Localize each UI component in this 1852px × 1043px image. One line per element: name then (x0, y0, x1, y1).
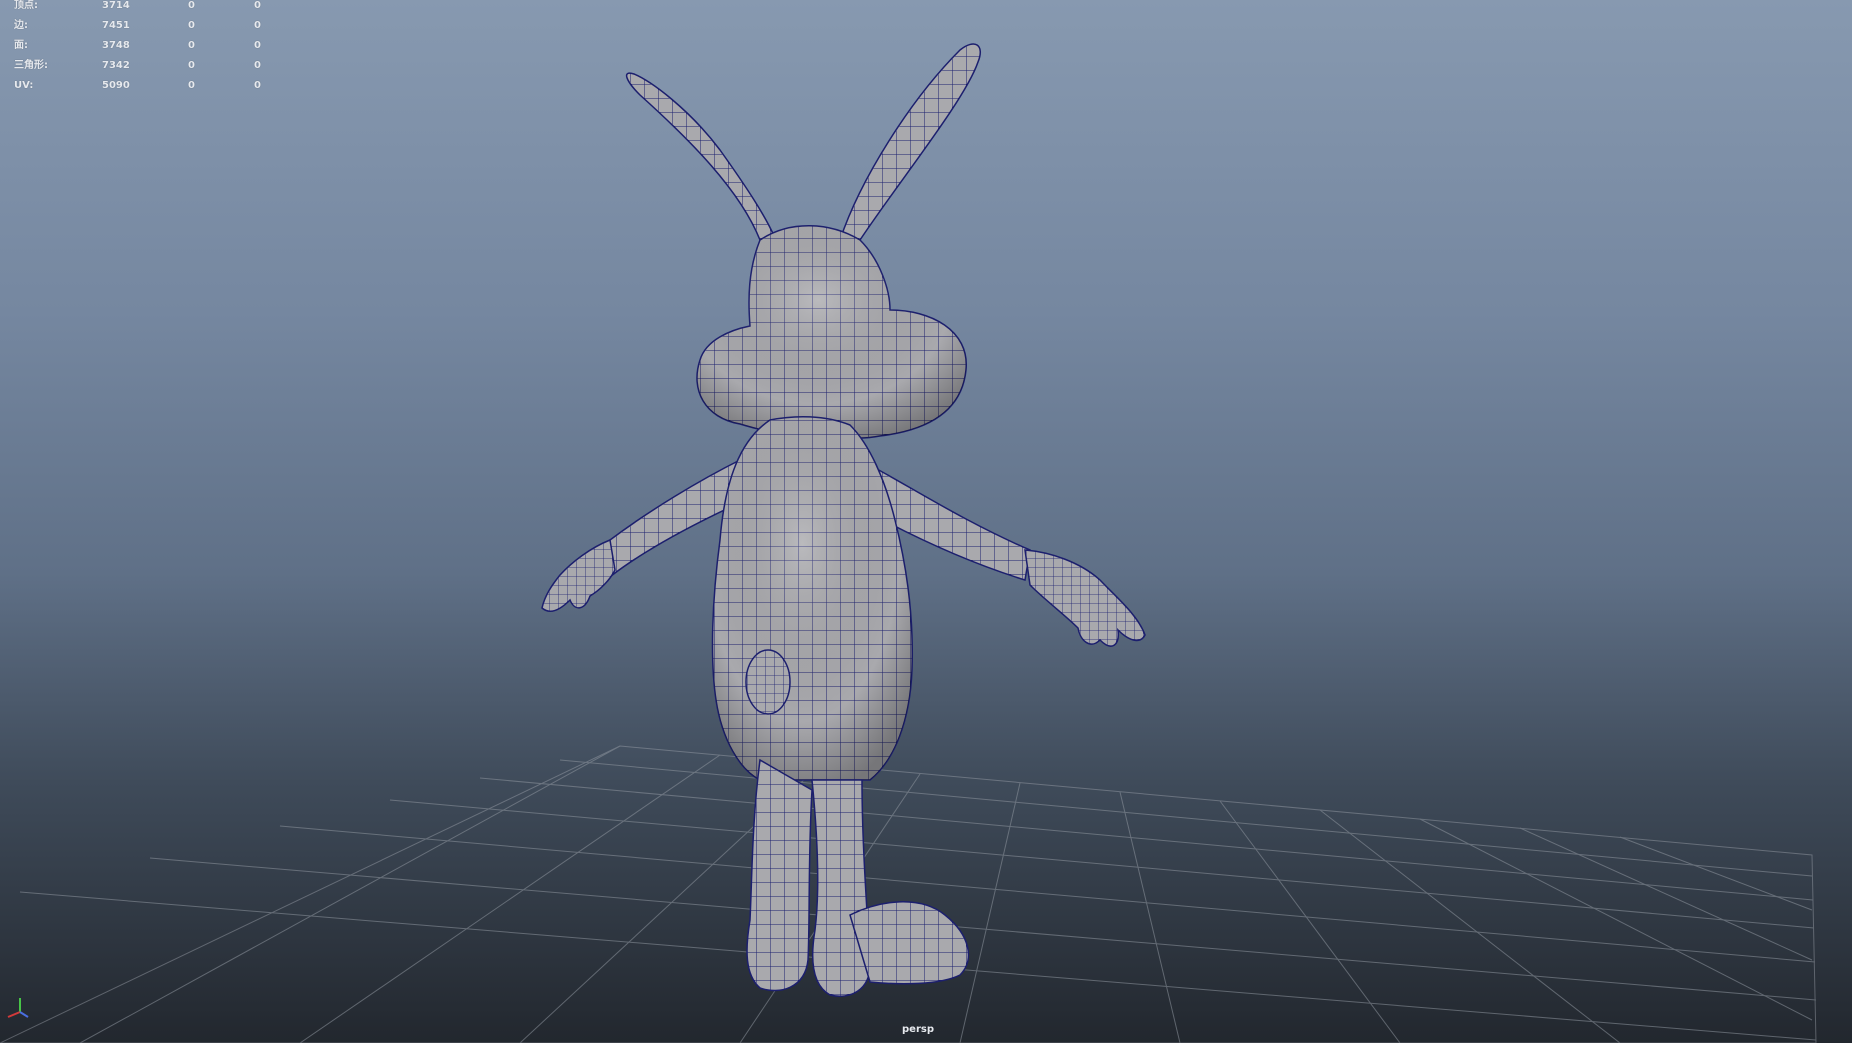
camera-name-label: persp (902, 1024, 934, 1035)
hud-stat-value: 3714 (102, 0, 130, 11)
hud-stat-selected: 0 (188, 60, 195, 71)
hud-stat-triangulated: 0 (254, 60, 261, 71)
hud-stat-triangulated: 0 (254, 0, 261, 11)
right-ear (838, 43, 981, 241)
hud-stat-label: 面: (14, 40, 28, 51)
rabbit-model[interactable] (541, 43, 1146, 997)
left-hand (541, 538, 616, 612)
right-foot (849, 901, 970, 985)
right-leg (811, 779, 871, 997)
left-ear (625, 72, 777, 241)
left-leg (746, 758, 813, 992)
hud-stat-value: 7451 (102, 20, 130, 31)
ground-grid (0, 745, 1817, 1043)
tail (745, 649, 791, 715)
hud-stat-value: 7342 (102, 60, 130, 71)
scene-canvas[interactable] (0, 0, 1852, 1043)
hud-stat-label: 顶点: (14, 0, 38, 11)
hud-stat-triangulated: 0 (254, 40, 261, 51)
right-hand (1024, 549, 1146, 647)
hud-stat-selected: 0 (188, 40, 195, 51)
hud-stat-selected: 0 (188, 80, 195, 91)
hud-stat-triangulated: 0 (254, 20, 261, 31)
hud-stat-label: 边: (14, 20, 28, 31)
viewport-persp[interactable]: 顶点: 3714 0 0 边: 7451 0 0 面: 3748 0 0 三角形: 7342 0 0 UV: 50… (0, 0, 1852, 1043)
hud-stat-label: UV: (14, 80, 34, 91)
hud-stat-selected: 0 (188, 0, 195, 11)
hud-stat-value: 3748 (102, 40, 130, 51)
hud-stat-selected: 0 (188, 20, 195, 31)
hud-stat-triangulated: 0 (254, 80, 261, 91)
hud-stat-value: 5090 (102, 80, 130, 91)
axis-gizmo (7, 998, 29, 1018)
hud-stat-label: 三角形: (14, 60, 48, 71)
